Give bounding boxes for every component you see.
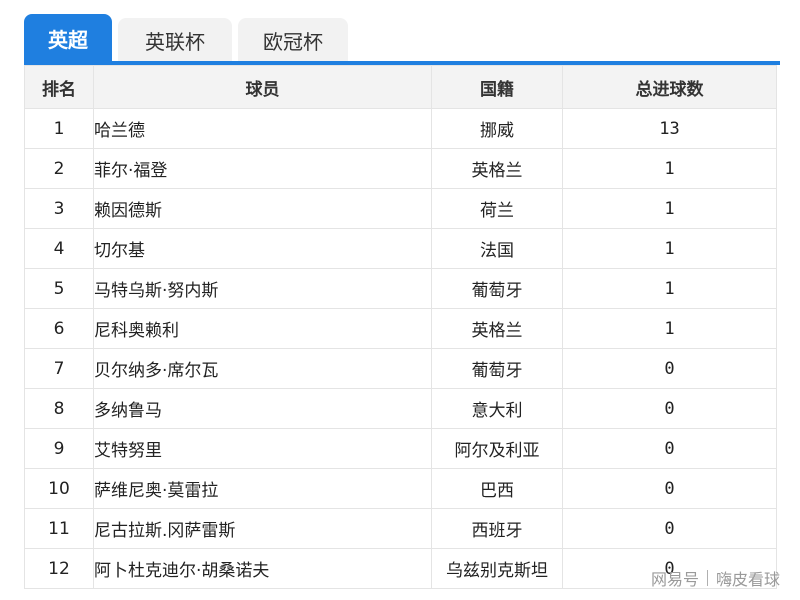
watermark-separator <box>706 570 708 586</box>
tab-premier-league[interactable]: 英超 <box>24 14 112 62</box>
cell-nationality: 挪威 <box>431 108 563 149</box>
cell-nationality: 法国 <box>431 228 563 269</box>
table-row: 9 艾特努里 阿尔及利亚 0 <box>24 428 777 469</box>
cell-rank: 4 <box>24 228 94 269</box>
cell-player: 艾特努里 <box>93 428 432 469</box>
cell-goals: 0 <box>562 428 777 469</box>
table-row: 10 萨维尼奥·莫雷拉 巴西 0 <box>24 468 777 509</box>
cell-nationality: 乌兹别克斯坦 <box>431 548 563 589</box>
cell-nationality: 英格兰 <box>431 308 563 349</box>
table-row: 11 尼古拉斯.冈萨雷斯 西班牙 0 <box>24 508 777 549</box>
table-row: 8 多纳鲁马 意大利 0 <box>24 388 777 429</box>
watermark-source: 网易号 <box>650 570 699 589</box>
table-row: 6 尼科奥赖利 英格兰 1 <box>24 308 777 349</box>
cell-player: 贝尔纳多·席尔瓦 <box>93 348 432 389</box>
cell-nationality: 西班牙 <box>431 508 563 549</box>
watermark: 网易号 嗨皮看球 <box>651 566 780 590</box>
cell-rank: 2 <box>24 148 94 189</box>
header-player: 球员 <box>93 65 432 109</box>
cell-nationality: 意大利 <box>431 388 563 429</box>
cell-player: 多纳鲁马 <box>93 388 432 429</box>
table-row: 1 哈兰德 挪威 13 <box>24 108 777 149</box>
cell-player: 赖因德斯 <box>93 188 432 229</box>
cell-goals: 0 <box>562 508 777 549</box>
cell-nationality: 阿尔及利亚 <box>431 428 563 469</box>
cell-player: 阿卜杜克迪尔·胡桑诺夫 <box>93 548 432 589</box>
table-row: 3 赖因德斯 荷兰 1 <box>24 188 777 229</box>
cell-player: 尼古拉斯.冈萨雷斯 <box>93 508 432 549</box>
cell-goals: 1 <box>562 228 777 269</box>
cell-rank: 10 <box>24 468 94 509</box>
cell-nationality: 英格兰 <box>431 148 563 189</box>
cell-nationality: 荷兰 <box>431 188 563 229</box>
cell-player: 菲尔·福登 <box>93 148 432 189</box>
scorer-table: 排名 球员 国籍 总进球数 1 哈兰德 挪威 13 2 菲尔·福登 英格兰 1 3 赖因德斯 荷兰 1… <box>24 65 777 589</box>
cell-rank: 11 <box>24 508 94 549</box>
tab-bar: 英超 英联杯 欧冠杯 <box>24 14 354 62</box>
header-nationality: 国籍 <box>431 65 563 109</box>
cell-rank: 9 <box>24 428 94 469</box>
cell-rank: 12 <box>24 548 94 589</box>
header-goals: 总进球数 <box>562 65 777 109</box>
watermark-author: 嗨皮看球 <box>715 570 780 589</box>
cell-player: 萨维尼奥·莫雷拉 <box>93 468 432 509</box>
cell-nationality: 葡萄牙 <box>431 268 563 309</box>
cell-rank: 6 <box>24 308 94 349</box>
cell-rank: 5 <box>24 268 94 309</box>
cell-goals: 1 <box>562 148 777 189</box>
cell-player: 尼科奥赖利 <box>93 308 432 349</box>
cell-rank: 7 <box>24 348 94 389</box>
cell-rank: 1 <box>24 108 94 149</box>
table-header-row: 排名 球员 国籍 总进球数 <box>24 65 777 109</box>
cell-goals: 13 <box>562 108 777 149</box>
cell-nationality: 巴西 <box>431 468 563 509</box>
cell-goals: 0 <box>562 468 777 509</box>
header-rank: 排名 <box>24 65 94 109</box>
cell-player: 哈兰德 <box>93 108 432 149</box>
cell-rank: 8 <box>24 388 94 429</box>
cell-goals: 0 <box>562 388 777 429</box>
table-row: 7 贝尔纳多·席尔瓦 葡萄牙 0 <box>24 348 777 389</box>
table-row: 4 切尔基 法国 1 <box>24 228 777 269</box>
cell-goals: 0 <box>562 348 777 389</box>
cell-goals: 1 <box>562 268 777 309</box>
cell-player: 切尔基 <box>93 228 432 269</box>
tab-league-cup[interactable]: 英联杯 <box>118 18 232 62</box>
tab-champions-league[interactable]: 欧冠杯 <box>238 18 348 62</box>
cell-goals: 1 <box>562 188 777 229</box>
table-row: 2 菲尔·福登 英格兰 1 <box>24 148 777 189</box>
cell-nationality: 葡萄牙 <box>431 348 563 389</box>
cell-rank: 3 <box>24 188 94 229</box>
cell-player: 马特乌斯·努内斯 <box>93 268 432 309</box>
table-row: 5 马特乌斯·努内斯 葡萄牙 1 <box>24 268 777 309</box>
cell-goals: 1 <box>562 308 777 349</box>
